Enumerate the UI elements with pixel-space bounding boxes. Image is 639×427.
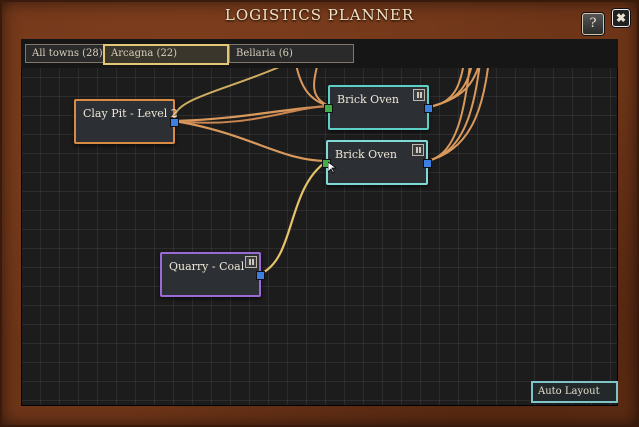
node-title: Clay Pit - Level 2 (83, 107, 178, 120)
link-quarry-to-brick-oven-2 (259, 160, 328, 276)
window-title: LOGISTICS PLANNER (224, 6, 415, 24)
auto-layout-button[interactable]: Auto Layout (531, 381, 618, 403)
help-button[interactable]: ? (582, 13, 604, 35)
node-title: Brick Oven (335, 148, 398, 161)
pause-icon[interactable] (412, 144, 424, 156)
tab-arcagna[interactable]: Arcagna (22) (103, 44, 229, 65)
tab-bellaria[interactable]: Bellaria (6) (229, 44, 354, 63)
pause-icon[interactable] (413, 89, 425, 101)
pause-icon[interactable] (245, 256, 257, 268)
input-port[interactable] (324, 104, 333, 113)
output-port[interactable] (424, 104, 433, 113)
close-icon[interactable]: ✖ (612, 9, 630, 27)
link-offscreen-to-brick-oven-1b (295, 63, 330, 107)
town-tab-bar: All towns (28) Arcagna (22) Bellaria (6) (21, 39, 618, 68)
link-layer (173, 39, 492, 276)
node-brick-oven-2[interactable]: Brick Oven (322, 140, 432, 185)
link-offscreen-to-clay-pit (173, 63, 287, 120)
node-title: Brick Oven (337, 93, 400, 106)
output-port[interactable] (170, 118, 179, 127)
window-frame: LOGISTICS PLANNER ? ✖ All towns (28) Arc… (0, 0, 639, 427)
link-clay-pit-to-brick-oven-2 (174, 119, 328, 163)
node-clay-pit[interactable]: Clay Pit - Level 2 (74, 99, 179, 144)
node-quarry-coal[interactable]: Quarry - Coal (160, 252, 265, 297)
mouse-cursor-icon (328, 162, 338, 174)
output-port[interactable] (256, 271, 265, 280)
output-port[interactable] (423, 159, 432, 168)
node-brick-oven-1[interactable]: Brick Oven (324, 85, 433, 130)
planner-board[interactable]: All towns (28) Arcagna (22) Bellaria (6)… (21, 39, 618, 406)
node-title: Quarry - Coal (169, 260, 245, 273)
